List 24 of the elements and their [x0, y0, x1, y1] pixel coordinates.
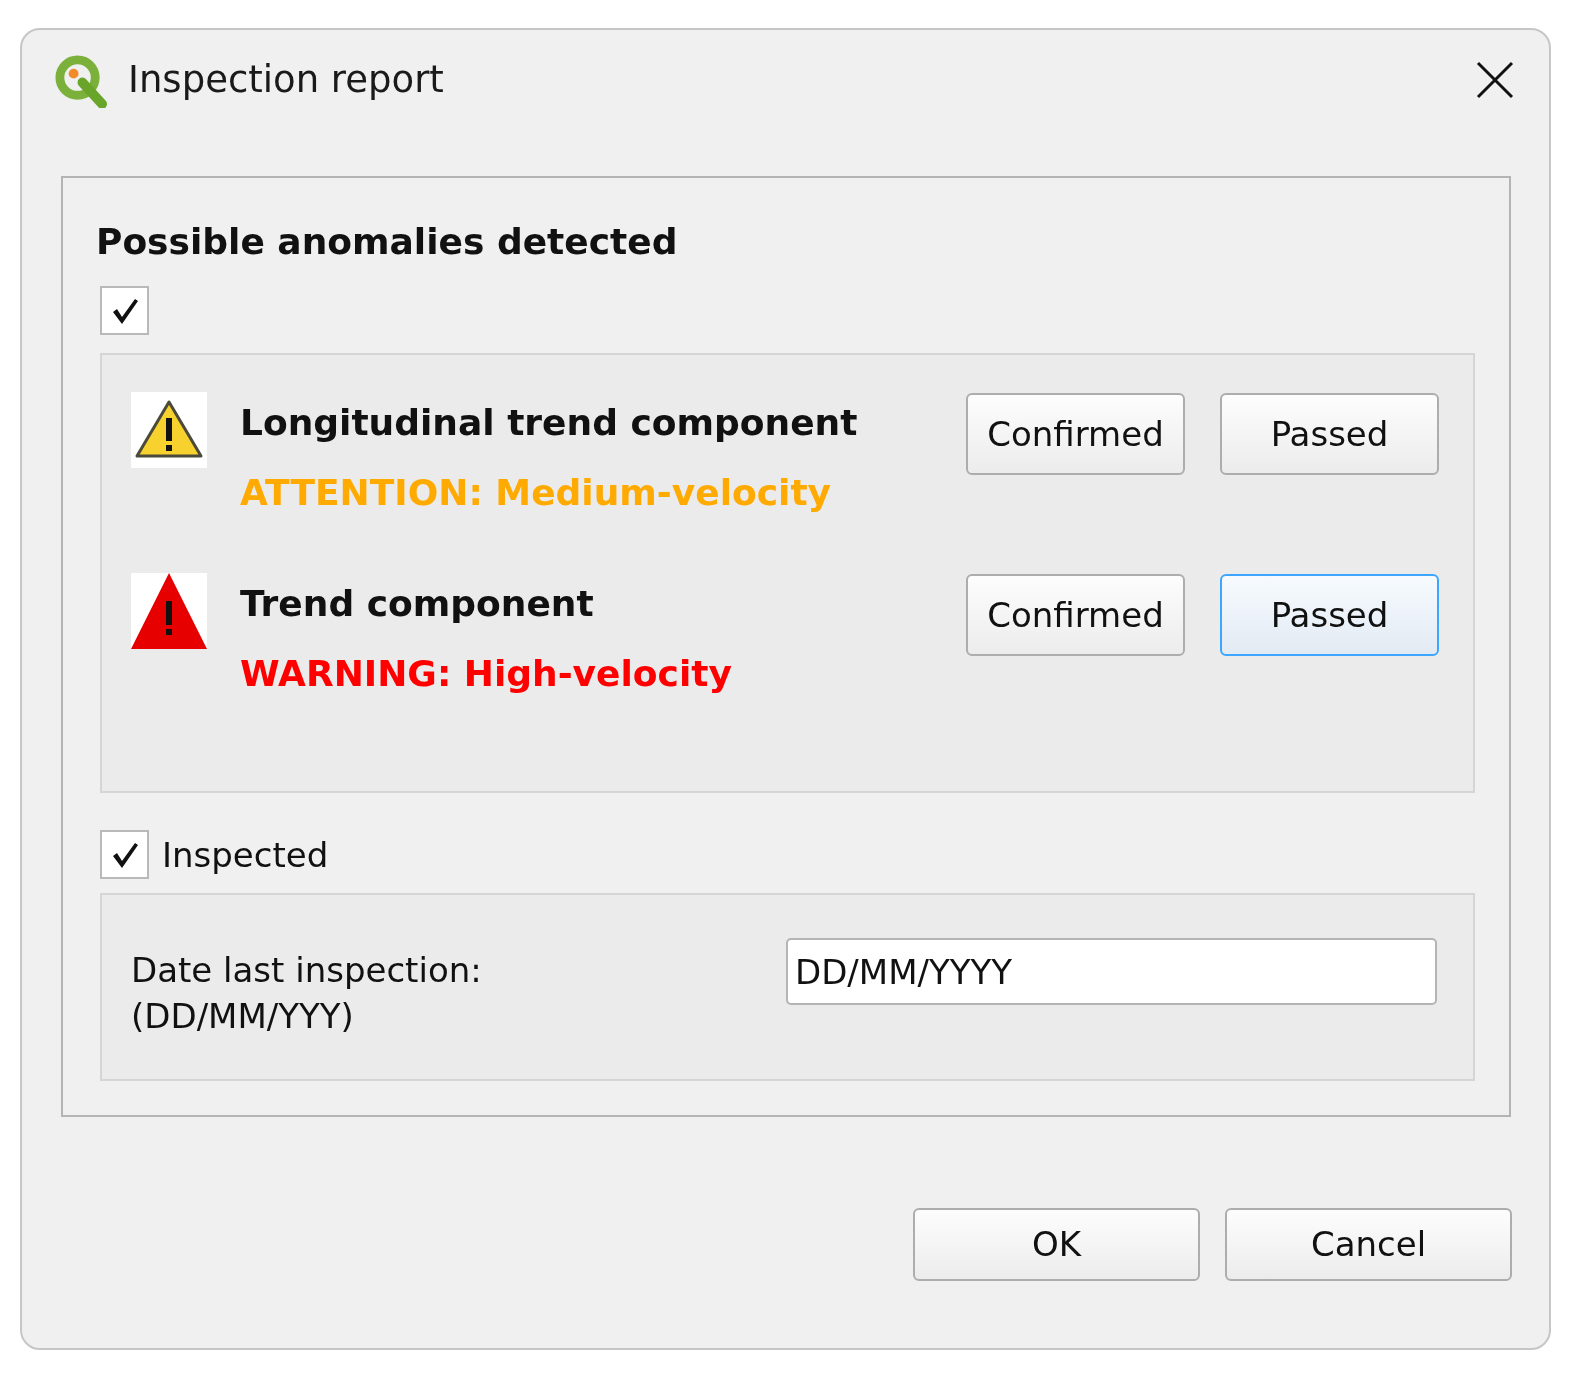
warning-icon — [131, 392, 207, 468]
anomaly-message: WARNING: High-velocity — [240, 653, 733, 695]
logo-icon — [53, 52, 108, 108]
dialog-button[interactable]: OK — [913, 1208, 1200, 1281]
anomalies-checkbox[interactable] — [100, 286, 149, 335]
close-button[interactable] — [1476, 61, 1514, 99]
window-title: Inspection report — [128, 57, 444, 104]
dialog-button[interactable]: Cancel — [1225, 1208, 1512, 1281]
choice-button[interactable]: Confirmed — [966, 574, 1185, 656]
anomaly-title: Longitudinal trend component — [240, 402, 859, 444]
check-icon — [110, 296, 139, 325]
anomaly-message: ATTENTION: Medium-velocity — [240, 472, 833, 514]
date-label: Date last inspection: (DD/MM/YYY) — [131, 949, 483, 1038]
inspected-checkbox[interactable] — [100, 830, 149, 879]
checkbox-label: Inspected — [162, 833, 329, 876]
choice-button[interactable]: Confirmed — [966, 393, 1185, 475]
check-icon — [110, 840, 139, 869]
warning-icon — [131, 573, 207, 649]
date-input-field[interactable]: DD/MM/YYYY — [786, 938, 1437, 1005]
group-heading: Possible anomalies detected — [96, 221, 679, 263]
close-icon — [1476, 61, 1514, 99]
anomaly-title: Trend component — [240, 583, 595, 625]
choice-button[interactable]: Passed — [1220, 393, 1439, 475]
choice-button[interactable]: Passed — [1220, 574, 1439, 656]
